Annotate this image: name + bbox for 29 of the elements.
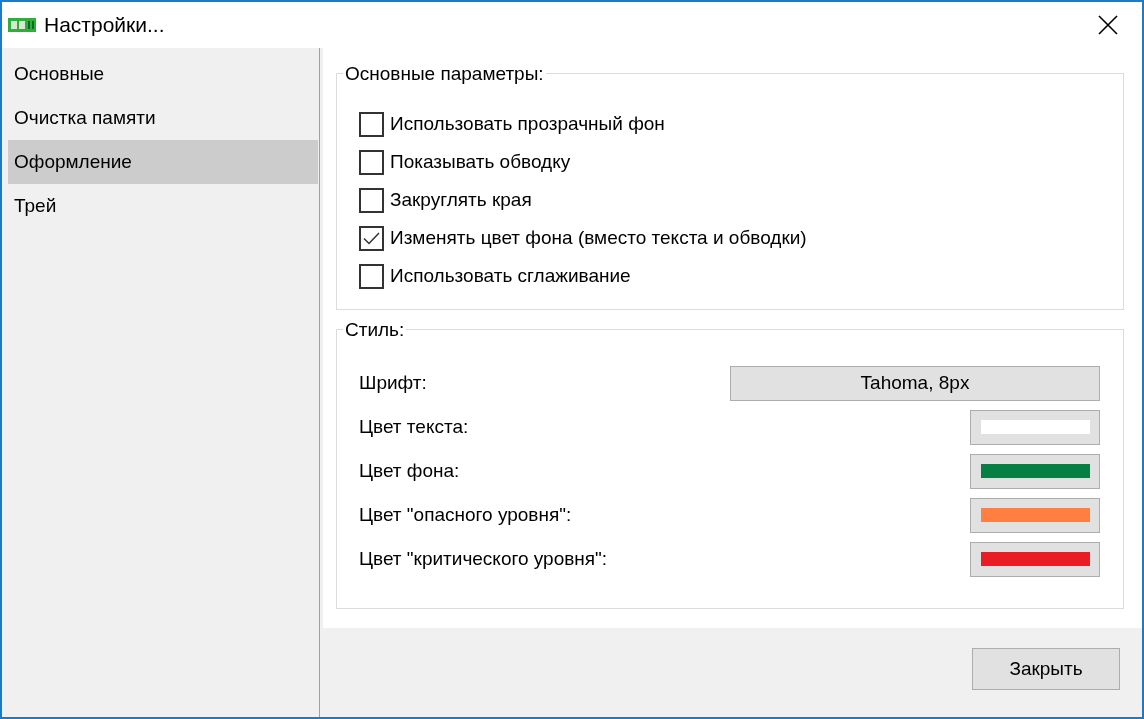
sidebar-item[interactable]: Очистка памяти	[8, 96, 318, 140]
checkbox[interactable]	[359, 187, 384, 213]
window-title: Настройки...	[44, 12, 165, 39]
field-label: Цвет "опасного уровня":	[359, 502, 572, 527]
checkbox[interactable]	[359, 149, 384, 175]
color-button[interactable]	[970, 453, 1100, 489]
close-icon[interactable]	[1098, 15, 1118, 35]
checkbox-label[interactable]: Изменять цвет фона (вместо текста и обводки)	[390, 223, 807, 253]
close-button[interactable]: Закрыть	[972, 648, 1120, 690]
checkbox-label[interactable]: Показывать обводку	[390, 147, 571, 177]
field-label: Шрифт:	[359, 370, 427, 395]
color-button[interactable]	[970, 541, 1100, 577]
sidebar-item[interactable]: Оформление	[8, 140, 318, 184]
checkbox[interactable]	[359, 111, 384, 137]
checkbox-label[interactable]: Использовать прозрачный фон	[390, 109, 665, 139]
checkbox[interactable]	[359, 225, 384, 251]
field-label: Цвет текста:	[359, 414, 469, 439]
field-label: Цвет "критического уровня":	[359, 546, 608, 571]
memory-chip-icon	[8, 17, 36, 33]
color-button[interactable]	[970, 409, 1100, 445]
sidebar-item[interactable]: Трей	[8, 184, 318, 228]
color-button[interactable]	[970, 497, 1100, 533]
checkbox-label[interactable]: Использовать сглаживание	[390, 261, 631, 291]
checkbox-label[interactable]: Закруглять края	[390, 185, 532, 215]
font-button[interactable]: Tahoma, 8px	[730, 365, 1100, 401]
checkbox[interactable]	[359, 263, 384, 289]
checkmark-icon	[363, 231, 380, 245]
sidebar-item[interactable]: Основные	[8, 52, 318, 96]
field-label: Цвет фона:	[359, 458, 460, 483]
